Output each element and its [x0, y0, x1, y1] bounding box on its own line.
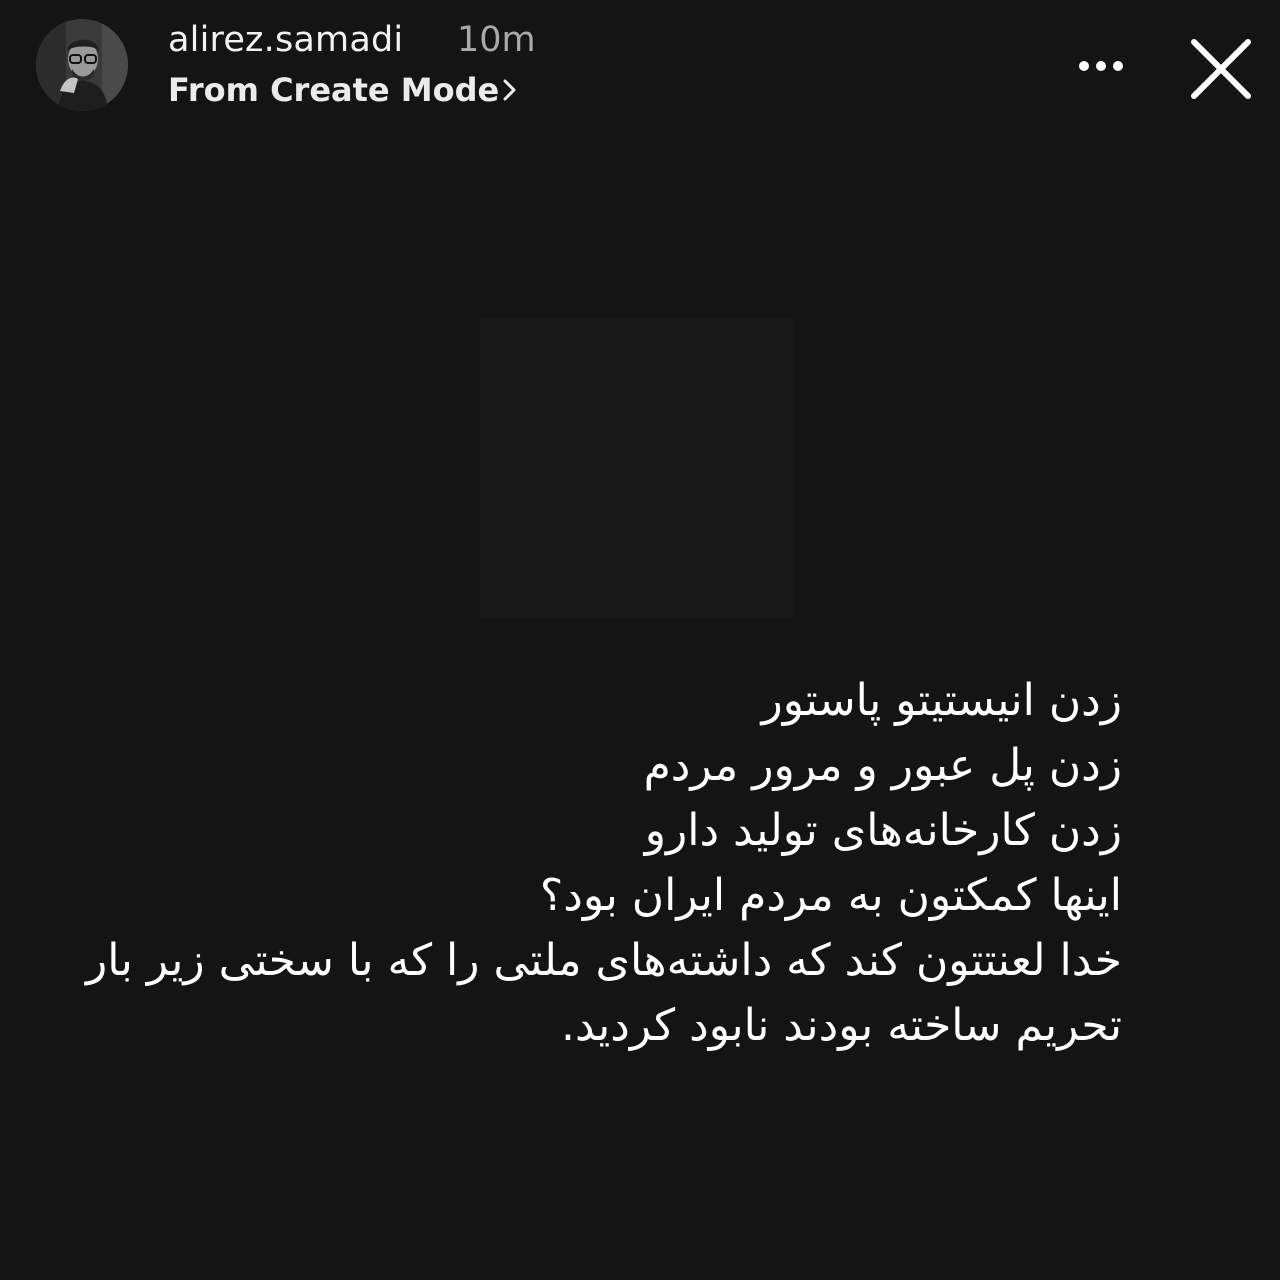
story-header: alirez.samadi 10m From Create Mode	[0, 0, 1280, 130]
more-options-button[interactable]	[1070, 44, 1132, 88]
avatar[interactable]	[36, 19, 128, 111]
post-time: 10m	[457, 20, 536, 60]
story-text-line: تحریم ساخته بودند نابود کردید.	[560, 1000, 1122, 1051]
close-button[interactable]	[1182, 30, 1260, 108]
story-text-line: زدن انیستیتو پاستور	[761, 675, 1122, 726]
close-icon	[1191, 39, 1251, 99]
username[interactable]: alirez.samadi	[168, 20, 403, 60]
story-viewer: alirez.samadi 10m From Create Mode زدن ا…	[0, 0, 1280, 1280]
story-text-line: خدا لعنتتون کند که داشته‌های ملتی را که …	[86, 935, 1122, 986]
create-mode-link[interactable]: From Create Mode	[168, 71, 499, 109]
background-image-placeholder	[480, 318, 795, 618]
more-dots-icon	[1079, 61, 1123, 71]
story-text-line: زدن پل عبور و مرور مردم	[643, 740, 1122, 791]
chevron-right-icon[interactable]	[498, 77, 522, 103]
avatar-photo-icon	[36, 19, 128, 111]
story-text: زدن انیستیتو پاستور زدن پل عبور و مرور م…	[42, 668, 1122, 1058]
story-text-line: اینها کمکتون به مردم ایران بود؟	[539, 870, 1122, 921]
story-text-line: زدن کارخانه‌های تولید دارو	[644, 805, 1122, 856]
